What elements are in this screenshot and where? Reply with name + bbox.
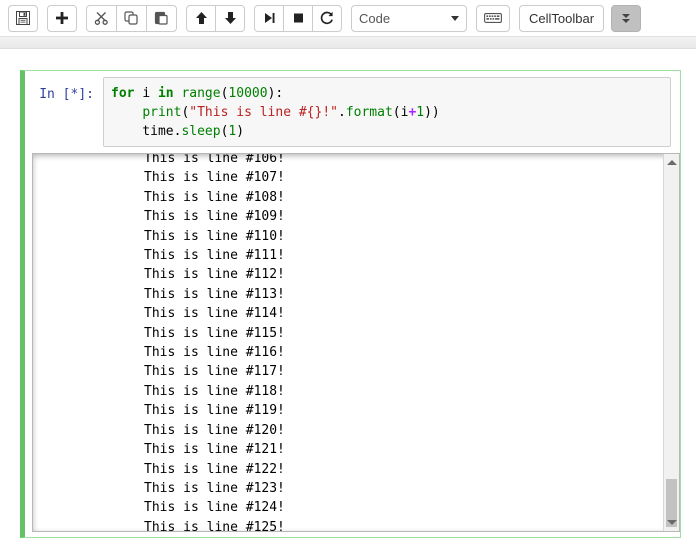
code-cell-selected[interactable]: In [*]: for i in range(10000): print("Th… xyxy=(20,70,681,538)
cell-type-select[interactable]: Code xyxy=(351,5,467,32)
output-line: This is line #110! xyxy=(144,227,664,246)
arrow-down-icon xyxy=(224,11,237,25)
output-line: This is line #112! xyxy=(144,265,664,284)
toolbar-group-insert xyxy=(47,5,77,32)
stop-square-icon xyxy=(292,11,305,25)
save-button[interactable] xyxy=(8,5,38,32)
output-line: This is line #114! xyxy=(144,304,664,323)
output-scrollbar[interactable] xyxy=(663,154,679,531)
code-token: sleep xyxy=(181,124,220,139)
toolbar-group-save xyxy=(8,5,38,32)
toolbar-overflow-button[interactable] xyxy=(611,5,641,32)
code-token: for xyxy=(111,86,142,101)
output-line: This is line #125! xyxy=(144,518,664,532)
code-token: time. xyxy=(111,124,181,139)
output-line: This is line #123! xyxy=(144,479,664,498)
scrollbar-up-arrow-icon[interactable] xyxy=(664,155,679,170)
output-line: This is line #124! xyxy=(144,498,664,517)
toolbar-group-celltoolbar: CellToolbar xyxy=(519,5,604,32)
move-cell-up-button[interactable] xyxy=(186,5,216,32)
output-line: This is line #113! xyxy=(144,285,664,304)
output-line: This is line #115! xyxy=(144,324,664,343)
code-token: range xyxy=(181,86,220,101)
scrollbar-down-arrow-icon[interactable] xyxy=(664,515,679,530)
restart-icon xyxy=(320,11,334,25)
output-line: This is line #111! xyxy=(144,246,664,265)
cell-type-value: Code xyxy=(359,11,451,26)
code-token: in xyxy=(158,86,181,101)
output-line: This is line #121! xyxy=(144,440,664,459)
code-token: ): xyxy=(268,86,284,101)
toolbar-group-palette xyxy=(476,5,510,32)
code-token: 1 xyxy=(416,105,424,120)
cell-output-text: This is line #106!This is line #107!This… xyxy=(33,153,664,532)
cut-cell-button[interactable] xyxy=(86,5,117,32)
interrupt-kernel-button[interactable] xyxy=(283,5,313,32)
save-icon xyxy=(16,11,30,25)
run-cell-button[interactable] xyxy=(254,5,284,32)
toolbar-separator xyxy=(0,36,696,49)
output-line: This is line #122! xyxy=(144,460,664,479)
celltoolbar-button[interactable]: CellToolbar xyxy=(519,5,604,32)
arrow-up-icon xyxy=(195,11,208,25)
celltoolbar-label: CellToolbar xyxy=(529,12,594,25)
code-token: (i xyxy=(393,105,409,120)
output-line: This is line #119! xyxy=(144,401,664,420)
output-line: This is line #120! xyxy=(144,421,664,440)
open-command-palette-button[interactable] xyxy=(476,5,510,32)
output-line: This is line #117! xyxy=(144,362,664,381)
move-cell-down-button[interactable] xyxy=(215,5,245,32)
code-token: "This is line #{}!" xyxy=(189,105,338,120)
scissors-icon xyxy=(94,11,109,25)
chevron-down-icon xyxy=(451,16,459,21)
paste-cell-button[interactable] xyxy=(146,5,177,32)
code-token: . xyxy=(338,105,346,120)
keyboard-icon xyxy=(484,12,502,24)
restart-kernel-button[interactable] xyxy=(312,5,342,32)
code-token: print xyxy=(142,105,181,120)
notebook-toolbar: Code CellToolbar xyxy=(0,0,696,36)
code-token: format xyxy=(346,105,393,120)
code-token: )) xyxy=(424,105,440,120)
output-line: This is line #106! xyxy=(144,153,664,168)
output-line: This is line #118! xyxy=(144,382,664,401)
toolbar-group-clipboard xyxy=(86,5,177,32)
paste-icon xyxy=(154,11,169,25)
code-token xyxy=(111,105,142,120)
toolbar-group-move xyxy=(186,5,245,32)
insert-cell-below-button[interactable] xyxy=(47,5,77,32)
output-line: This is line #109! xyxy=(144,207,664,226)
code-token: ) xyxy=(236,124,244,139)
execution-prompt: In [*]: xyxy=(25,77,103,147)
copy-cell-button[interactable] xyxy=(116,5,147,32)
toolbar-group-kernel xyxy=(254,5,342,32)
plus-icon xyxy=(55,11,69,25)
run-icon xyxy=(263,11,276,25)
output-line: This is line #107! xyxy=(144,168,664,187)
code-token: i xyxy=(142,86,158,101)
code-token: 10000 xyxy=(228,86,267,101)
code-editor[interactable]: for i in range(10000): print("This is li… xyxy=(103,77,671,147)
double-chevron-down-icon xyxy=(622,14,630,23)
copy-icon xyxy=(124,11,139,25)
output-line: This is line #116! xyxy=(144,343,664,362)
cell-input-row: In [*]: for i in range(10000): print("Th… xyxy=(25,71,680,147)
cell-output-scroll-area[interactable]: This is line #106!This is line #107!This… xyxy=(32,153,680,532)
output-line: This is line #108! xyxy=(144,188,664,207)
